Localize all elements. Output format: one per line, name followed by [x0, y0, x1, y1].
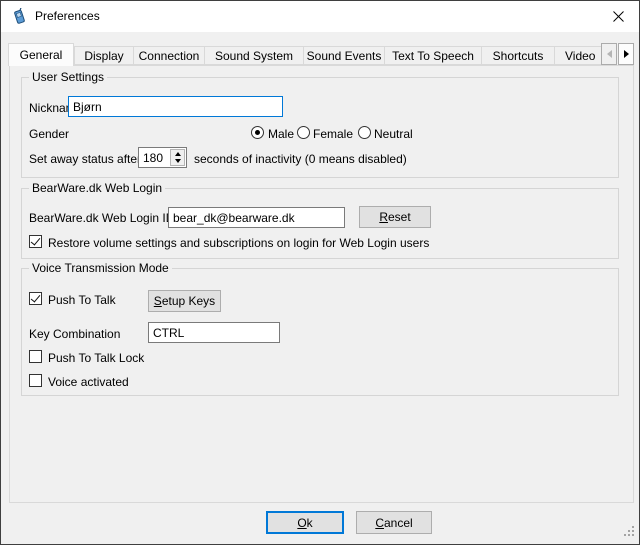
user-settings-group-title: User Settings — [29, 70, 107, 84]
ok-button[interactable]: Ok — [266, 511, 344, 534]
arrow-down-icon — [175, 159, 181, 163]
arrow-up-icon — [175, 152, 181, 156]
nickname-input[interactable] — [68, 96, 283, 117]
window-title: Preferences — [35, 9, 100, 23]
tab-connection[interactable]: Connection — [133, 46, 205, 65]
gender-label: Gender — [29, 127, 69, 141]
gender-male-radio[interactable] — [251, 126, 264, 139]
tab-shortcuts[interactable]: Shortcuts — [481, 46, 555, 65]
arrow-left-icon — [607, 50, 612, 58]
restore-volume-checkbox[interactable] — [29, 235, 42, 248]
gender-female-label[interactable]: Female — [313, 127, 353, 141]
gender-male-label[interactable]: Male — [268, 127, 294, 141]
resize-grip[interactable] — [623, 525, 636, 541]
tab-scroll-right-button[interactable] — [618, 43, 634, 65]
web-login-group-title: BearWare.dk Web Login — [29, 181, 165, 195]
away-status-suffix-label: seconds of inactivity (0 means disabled) — [194, 152, 407, 166]
tab-scroll-left-button — [601, 43, 617, 65]
push-to-talk-label[interactable]: Push To Talk — [48, 293, 116, 307]
arrow-right-icon — [624, 50, 629, 58]
web-login-id-input[interactable] — [168, 207, 345, 228]
reset-button[interactable]: Reset — [359, 206, 431, 228]
teamtalk-app-icon — [11, 8, 28, 25]
push-to-talk-lock-checkbox[interactable] — [29, 350, 42, 363]
tab-text-to-speech[interactable]: Text To Speech — [384, 46, 482, 65]
cancel-button[interactable]: Cancel — [356, 511, 432, 534]
away-status-prefix-label: Set away status after — [29, 152, 141, 166]
gender-neutral-label[interactable]: Neutral — [374, 127, 413, 141]
setup-keys-button[interactable]: Setup Keys — [148, 290, 221, 312]
gender-female-radio[interactable] — [297, 126, 310, 139]
tab-general[interactable]: General — [8, 43, 74, 66]
push-to-talk-lock-label[interactable]: Push To Talk Lock — [48, 351, 144, 365]
away-seconds-value: 180 — [143, 151, 163, 165]
gender-neutral-radio[interactable] — [358, 126, 371, 139]
voice-activated-checkbox[interactable] — [29, 374, 42, 387]
web-login-id-label: BearWare.dk Web Login ID — [29, 211, 174, 225]
tab-video[interactable]: Video — [554, 46, 601, 65]
tab-display[interactable]: Display — [74, 46, 134, 65]
push-to-talk-checkbox[interactable] — [29, 292, 42, 305]
close-icon — [613, 11, 624, 22]
voice-transmission-group-title: Voice Transmission Mode — [29, 261, 172, 275]
voice-activated-label[interactable]: Voice activated — [48, 375, 129, 389]
tab-sound-events[interactable]: Sound Events — [303, 46, 385, 65]
key-combination-label: Key Combination — [29, 327, 120, 341]
away-seconds-spinner[interactable]: 180 — [138, 147, 187, 168]
spinner-down-button[interactable] — [171, 157, 184, 165]
restore-volume-label[interactable]: Restore volume settings and subscription… — [48, 236, 429, 250]
titlebar[interactable]: Preferences — [1, 1, 639, 32]
close-button[interactable] — [598, 1, 639, 32]
key-combination-input[interactable] — [148, 322, 280, 343]
tab-sound-system[interactable]: Sound System — [204, 46, 304, 65]
preferences-dialog: Preferences General Display Connection S… — [0, 0, 640, 545]
